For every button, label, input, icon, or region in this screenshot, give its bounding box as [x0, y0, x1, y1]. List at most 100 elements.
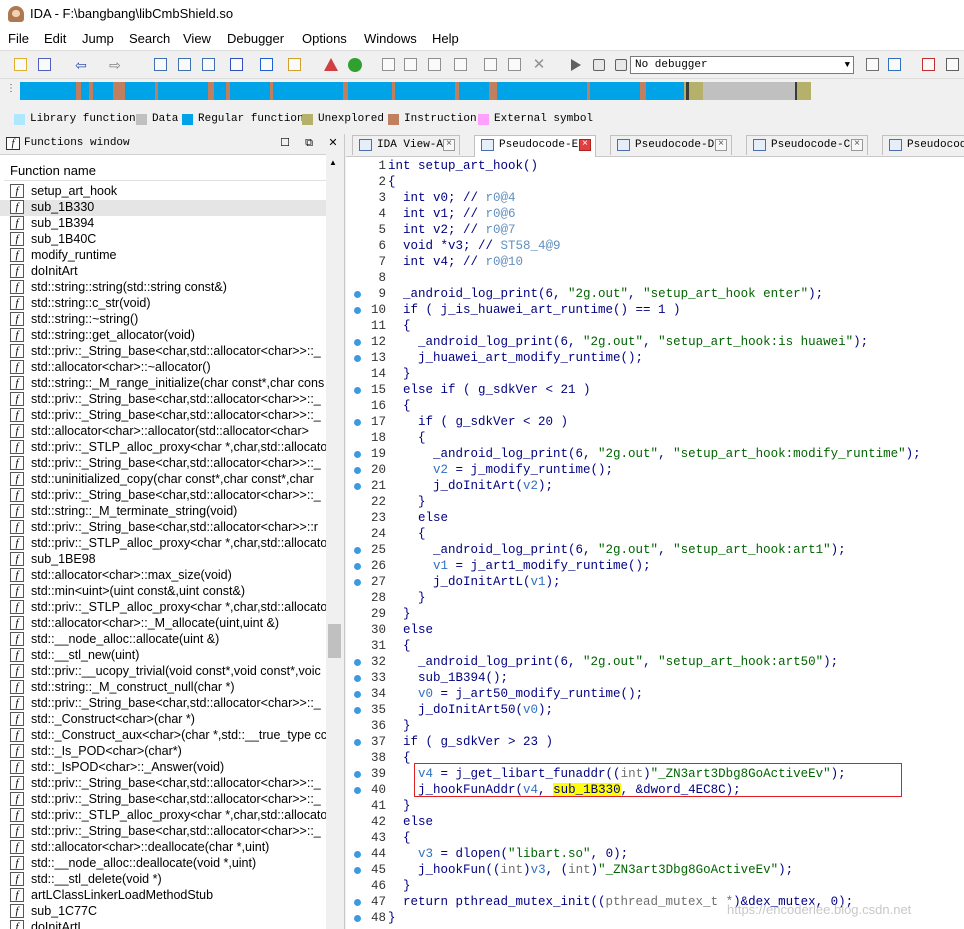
function-list-item[interactable]: f sub_1BE98 — [0, 552, 326, 568]
function-list-item[interactable]: f std::priv::_String_base<char,std::alloc… — [0, 696, 326, 712]
code-line[interactable]: 44 v3 = dlopen("libart.so", 0); — [346, 846, 964, 862]
code-line[interactable]: 18 { — [346, 430, 964, 446]
breakpoint-marker-icon[interactable] — [354, 787, 361, 794]
scroll-up-icon[interactable]: ▲ — [329, 158, 337, 167]
function-list-item[interactable]: f std::__node_alloc::deallocate(void *,ui… — [0, 856, 326, 872]
function-list-item[interactable]: f std::string::string(std::string const&) — [0, 280, 326, 296]
function-list-item[interactable]: f std::priv::_STLP_alloc_proxy<char *,cha… — [0, 600, 326, 616]
code-line[interactable]: 19 _android_log_print(6, "2g.out", "setu… — [346, 446, 964, 462]
back-icon[interactable]: ⇦ — [72, 56, 90, 74]
code-line[interactable]: 32 _android_log_print(6, "2g.out", "setu… — [346, 654, 964, 670]
code-line[interactable]: 36 } — [346, 718, 964, 734]
function-list-item[interactable]: f std::priv::_String_base<char,std::alloc… — [0, 792, 326, 808]
navigation-band[interactable]: ⋮ — [0, 78, 964, 109]
function-list-item[interactable]: f std::priv::_STLP_alloc_proxy<char *,cha… — [0, 536, 326, 552]
x-icon[interactable]: ✕ — [530, 56, 548, 74]
function-list-item[interactable]: f std::priv::_String_base<char,std::alloc… — [0, 392, 326, 408]
tab-ida-view-a[interactable]: IDA View-A × — [352, 135, 460, 155]
code-line[interactable]: 25 _android_log_print(6, "2g.out", "setu… — [346, 542, 964, 558]
menu-debugger[interactable]: Debugger — [227, 31, 284, 46]
tab-close-icon[interactable]: × — [443, 139, 455, 151]
code-line[interactable]: 27 j_doInitArtL(v1); — [346, 574, 964, 590]
code-line[interactable]: 3 int v0; // r0@4 — [346, 190, 964, 206]
forward-icon[interactable]: ⇨ — [106, 56, 124, 74]
scrollbar-thumb[interactable] — [328, 624, 341, 658]
code-line[interactable]: 8 — [346, 270, 964, 286]
breakpoint-marker-icon[interactable] — [354, 579, 361, 586]
function-list-item[interactable]: f std::priv::_String_base<char,std::alloc… — [0, 824, 326, 840]
function-list-item[interactable]: f doInitArt — [0, 264, 326, 280]
menu-options[interactable]: Options — [302, 31, 347, 46]
jump-icon[interactable] — [228, 56, 246, 74]
code-line[interactable]: 11 { — [346, 318, 964, 334]
breakpoint-marker-icon[interactable] — [354, 707, 361, 714]
breakpoint-marker-icon[interactable] — [354, 771, 361, 778]
find-icon[interactable] — [286, 56, 304, 74]
code-line[interactable]: 21 j_doInitArt(v2); — [346, 478, 964, 494]
breakpoint-marker-icon[interactable] — [354, 659, 361, 666]
restore-icon[interactable]: ☐ — [278, 136, 292, 150]
down-arrow-icon[interactable] — [258, 56, 276, 74]
menu-search[interactable]: Search — [129, 31, 170, 46]
function-list-item[interactable]: f std::allocator<char>::deallocate(char *… — [0, 840, 326, 856]
code-line[interactable]: 1 int setup_art_hook() — [346, 158, 964, 174]
breakpoint-marker-icon[interactable] — [354, 483, 361, 490]
code-line[interactable]: 4 int v1; // r0@6 — [346, 206, 964, 222]
menu-view[interactable]: View — [183, 31, 211, 46]
code-line[interactable]: 29 } — [346, 606, 964, 622]
breakpoint-marker-icon[interactable] — [354, 355, 361, 362]
breakpoint-marker-icon[interactable] — [354, 851, 361, 858]
menu-edit[interactable]: Edit — [44, 31, 66, 46]
function-list-item[interactable]: f std::string::~string() — [0, 312, 326, 328]
tab-pseudocode-d[interactable]: Pseudocode-D × — [610, 135, 732, 155]
function-list-item[interactable]: f std::priv::_String_base<char,std::alloc… — [0, 408, 326, 424]
code-line[interactable]: 23 else — [346, 510, 964, 526]
code-icon[interactable] — [380, 56, 398, 74]
breakpoint-marker-icon[interactable] — [354, 675, 361, 682]
tab-pseudocod[interactable]: Pseudocod — [882, 135, 964, 155]
function-list-item[interactable]: f std::priv::_STLP_alloc_proxy<char *,cha… — [0, 440, 326, 456]
function-list-item[interactable]: f std::allocator<char>::_M_allocate(uint,… — [0, 616, 326, 632]
code-line[interactable]: 15 else if ( g_sdkVer < 21 ) — [346, 382, 964, 398]
float-icon[interactable]: ⧉ — [302, 136, 316, 150]
code-line[interactable]: 30 else — [346, 622, 964, 638]
function-list-item[interactable]: f std::__stl_delete(void *) — [0, 872, 326, 888]
code-line[interactable]: 2{ — [346, 174, 964, 190]
function-list-item[interactable]: f std::priv::_String_base<char,std::alloc… — [0, 520, 326, 536]
search-next-icon[interactable] — [200, 56, 218, 74]
code-line[interactable]: 13 j_huawei_art_modify_runtime(); — [346, 350, 964, 366]
pause-icon[interactable] — [590, 56, 608, 74]
breakpoint-list-icon[interactable] — [920, 56, 938, 74]
debugger-select[interactable]: No debugger ▼ — [630, 56, 854, 74]
pseudocode-view[interactable]: 1 int setup_art_hook() 2{3 int v0; // r0@4… — [346, 157, 964, 929]
breakpoint-marker-icon[interactable] — [354, 291, 361, 298]
menu-help[interactable]: Help — [432, 31, 459, 46]
function-list-item[interactable]: f std::string::_M_construct_null(char *) — [0, 680, 326, 696]
function-list-item[interactable]: f artLClassLinkerLoadMethodStub — [0, 888, 326, 904]
menu-windows[interactable]: Windows — [364, 31, 417, 46]
code-line[interactable]: 9 _android_log_print(6, "2g.out", "setup… — [346, 286, 964, 302]
code-line[interactable]: 24 { — [346, 526, 964, 542]
function-list-item[interactable]: f std::string::c_str(void) — [0, 296, 326, 312]
trace-icon[interactable] — [864, 56, 882, 74]
menu-file[interactable]: File — [8, 31, 29, 46]
exit-icon[interactable] — [944, 56, 962, 74]
tab-close-icon[interactable]: × — [579, 139, 591, 151]
play-icon[interactable] — [566, 56, 584, 74]
data-icon[interactable] — [402, 56, 420, 74]
navigation-strip[interactable] — [20, 82, 964, 100]
function-list-item[interactable]: f std::string::_M_range_initialize(char c… — [0, 376, 326, 392]
breakpoint-marker-icon[interactable] — [354, 691, 361, 698]
undefine-icon[interactable] — [506, 56, 524, 74]
function-list-item[interactable]: f std::allocator<char>::max_size(void) — [0, 568, 326, 584]
function-list-item[interactable]: f doInitArtL — [0, 920, 326, 929]
stop-icon[interactable] — [612, 56, 630, 74]
code-line[interactable]: 34 v0 = j_art50_modify_runtime(); — [346, 686, 964, 702]
enum-icon[interactable] — [482, 56, 500, 74]
function-list-item[interactable]: f std::allocator<char>::~allocator() — [0, 360, 326, 376]
breakpoint-marker-icon[interactable] — [354, 899, 361, 906]
tab-pseudocode-c[interactable]: Pseudocode-C × — [746, 135, 868, 155]
code-line[interactable]: 5 int v2; // r0@7 — [346, 222, 964, 238]
breakpoint-marker-icon[interactable] — [354, 739, 361, 746]
code-line[interactable]: 45 j_hookFun((int)v3, (int)"_ZN3art3Dbg8… — [346, 862, 964, 878]
